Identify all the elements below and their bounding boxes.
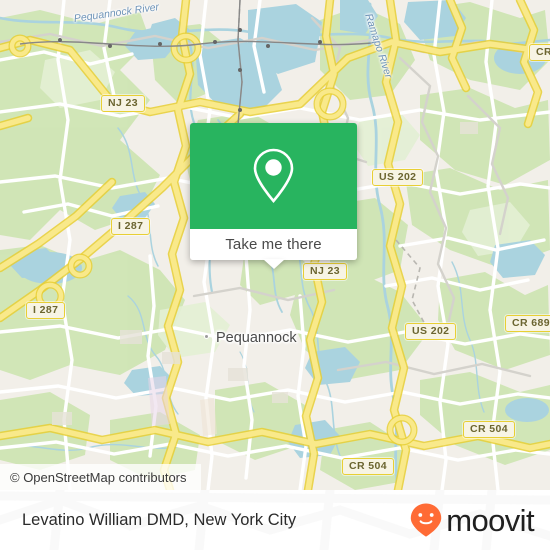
popup-pointer-tail	[262, 259, 285, 269]
osm-attribution-text: © OpenStreetMap contributors	[10, 469, 187, 485]
road-shield-us-202-upper[interactable]: US 202	[372, 169, 424, 186]
map-canvas[interactable]: Pequannock Pequannock River Ramapo River…	[0, 0, 550, 490]
road-shield-cr-clipped[interactable]: CR	[529, 44, 550, 61]
road-shield-cr-504-right[interactable]: CR 504	[463, 421, 516, 438]
place-label-pequannock: Pequannock	[216, 330, 297, 346]
osm-attribution[interactable]: © OpenStreetMap contributors	[0, 464, 201, 490]
road-shield-nj-23-south[interactable]: NJ 23	[303, 263, 348, 280]
road-shield-cr-689[interactable]: CR 689	[505, 315, 550, 332]
road-shield-i-287-upper[interactable]: I 287	[111, 218, 151, 235]
place-marker-dot	[204, 334, 209, 339]
take-me-there-button-label: Take me there	[225, 236, 322, 253]
road-shield-cr-504-lower[interactable]: CR 504	[342, 458, 395, 475]
popup-action-area[interactable]: Take me there	[190, 229, 357, 269]
footer-bar: Levatino William DMD, New York City moov…	[0, 490, 550, 550]
moovit-pin-logo-icon	[411, 503, 442, 537]
page-title: Levatino William DMD, New York City	[22, 510, 297, 529]
map-pin-icon	[253, 148, 294, 203]
road-shield-us-202-lower[interactable]: US 202	[405, 323, 457, 340]
road-shield-i-287-lower[interactable]: I 287	[26, 302, 66, 319]
destination-popup-card[interactable]: Take me there	[190, 123, 357, 269]
popup-icon-area	[190, 123, 357, 229]
screenshot-root: Pequannock Pequannock River Ramapo River…	[0, 0, 550, 550]
moovit-brand[interactable]: moovit	[409, 502, 535, 538]
road-shield-nj-23-north[interactable]: NJ 23	[101, 95, 146, 112]
moovit-wordmark: moovit	[446, 502, 534, 538]
